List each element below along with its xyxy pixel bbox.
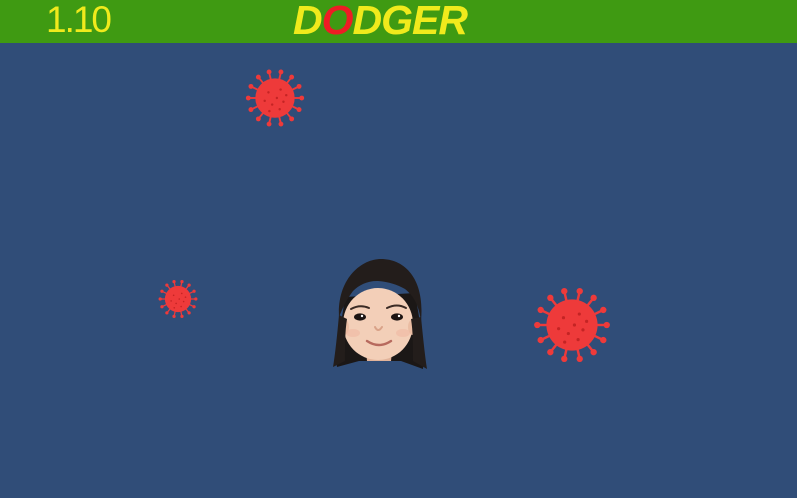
virus-icon xyxy=(158,280,198,318)
game-canvas[interactable]: 1.10 DODGER xyxy=(0,0,797,498)
player-avatar[interactable] xyxy=(331,257,427,371)
virus-icon xyxy=(245,69,305,127)
virus-icon xyxy=(534,287,610,363)
top-bar: 1.10 DODGER xyxy=(0,0,797,43)
avatar-hair-side xyxy=(411,317,427,369)
title-letter-rest: DGER xyxy=(352,0,468,43)
avatar-hair-side xyxy=(333,315,347,367)
avatar-face xyxy=(343,288,413,360)
avatar-eye xyxy=(354,313,366,321)
title-letter-d: D xyxy=(293,0,323,43)
score-display: 1.10 xyxy=(46,0,112,40)
game-title: DODGER xyxy=(293,0,468,43)
avatar-eye xyxy=(391,313,403,321)
title-letter-o: O xyxy=(321,0,354,43)
